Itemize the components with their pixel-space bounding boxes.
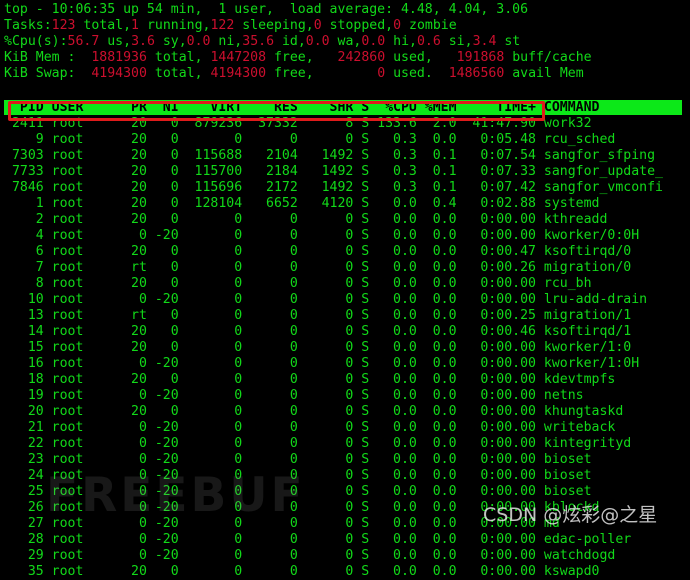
table-row[interactable]: 4 root 0 -20 0 0 0 S 0.0 0.0 0:00.00 kwo… [0,228,690,244]
table-row[interactable]: 24 root 0 -20 0 0 0 S 0.0 0.0 0:00.00 bi… [0,468,690,484]
table-row[interactable]: 29 root 0 -20 0 0 0 S 0.0 0.0 0:00.00 wa… [0,548,690,564]
cpu-line: %Cpu(s):56.7 us,3.6 sy,0.0 ni,35.6 id,0.… [0,34,690,50]
table-row[interactable]: 16 root 0 -20 0 0 0 S 0.0 0.0 0:00.00 kw… [0,356,690,372]
table-row[interactable]: 23 root 0 -20 0 0 0 S 0.0 0.0 0:00.00 bi… [0,452,690,468]
swap-used-value: 0 [377,66,386,81]
process-list[interactable]: 2411 root 20 0 879236 37332 8 S 133.6 2.… [0,116,690,580]
swap-avail-label: avail Mem [504,66,584,81]
terminal-window: top - 10:06:35 up 54 min, 1 user, load a… [0,0,690,579]
table-row[interactable]: 21 root 0 -20 0 0 0 S 0.0 0.0 0:00.00 wr… [0,420,690,436]
process-table-header: PID USER PR NI VIRT RES SHR S %CPU %MEM … [0,100,690,116]
table-row[interactable]: 7 root rt 0 0 0 0 S 0.0 0.0 0:00.26 migr… [0,260,690,276]
table-row[interactable]: 8 root 20 0 0 0 0 S 0.0 0.0 0:00.00 rcu_… [0,276,690,292]
swap-avail-value: 1486560 [448,66,505,81]
cpu-label: %Cpu(s): [4,34,68,49]
tasks-label: Tasks: [4,18,52,33]
swap-gap1 [75,66,91,81]
table-row[interactable]: 15 root 20 0 0 0 0 S 0.0 0.0 0:00.00 kwo… [0,340,690,356]
table-row[interactable]: 13 root rt 0 0 0 0 S 0.0 0.0 0:00.25 mig… [0,308,690,324]
table-row[interactable]: 25 root 0 -20 0 0 0 S 0.0 0.0 0:00.00 bi… [0,484,690,500]
table-row[interactable]: 26 root 0 -20 0 0 0 S 0.0 0.0 0:00.00 kb… [0,500,690,516]
mem-used-label: used, [385,50,433,65]
mem-gap3 [314,50,338,65]
cpu-ni-value: 0.0 [186,34,211,49]
table-row[interactable]: 2411 root 20 0 879236 37332 8 S 133.6 2.… [0,116,690,132]
table-row[interactable]: 9 root 20 0 0 0 0 S 0.3 0.0 0:05.48 rcu_… [0,132,690,148]
cpu-wa-value: 0.0 [305,34,330,49]
table-row[interactable]: 27 root 0 -20 0 0 0 S 0.0 0.0 0:00.00 md [0,516,690,532]
mem-total-value: 1881936 [91,50,147,65]
swap-used-label: used. [385,66,433,81]
swap-total-value: 4194300 [91,66,147,81]
tasks-total-value: 123 [51,18,76,33]
swap-gap4 [433,66,449,81]
table-row[interactable]: 2 root 20 0 0 0 0 S 0.0 0.0 0:00.00 kthr… [0,212,690,228]
table-row[interactable]: 7733 root 20 0 115700 2184 1492 S 0.3 0.… [0,164,690,180]
uptime-line: top - 10:06:35 up 54 min, 1 user, load a… [0,2,690,18]
mem-buffcache-label: buff/cache [504,50,592,65]
swap-total-label: total, [146,66,203,81]
table-row[interactable]: 19 root 0 -20 0 0 0 S 0.0 0.0 0:00.00 ne… [0,388,690,404]
top-summary-block: top - 10:06:35 up 54 min, 1 user, load a… [0,0,690,82]
cpu-hi-value: 0.0 [361,34,386,49]
table-row[interactable]: 28 root 0 -20 0 0 0 S 0.0 0.0 0:00.00 ed… [0,532,690,548]
cpu-st-label: st [496,34,521,49]
cpu-st-value: 3.4 [472,34,497,49]
tasks-total-label: total, [75,18,132,33]
swap-free-label: free, [266,66,314,81]
table-row[interactable]: 14 root 20 0 0 0 0 S 0.0 0.0 0:00.46 kso… [0,324,690,340]
tasks-sleeping-value: 122 [210,18,235,33]
tasks-sleeping-label: sleeping, [234,18,314,33]
mem-gap1 [75,50,91,65]
cpu-id-label: id, [274,34,306,49]
uptime-text: top - 10:06:35 up 54 min, 1 user, load a… [4,2,529,17]
table-row[interactable]: 6 root 20 0 0 0 0 S 0.0 0.0 0:00.47 ksof… [0,244,690,260]
swap-free-value: 4194300 [210,66,267,81]
cpu-sy-value: 3.6 [131,34,155,49]
mem-gap4 [433,50,457,65]
header-columns-text: PID USER PR NI VIRT RES SHR S %CPU %MEM … [4,100,600,115]
mem-free-label: free, [266,50,314,65]
tasks-running-value: 1 [131,18,139,33]
cpu-us-label: us, [99,34,132,49]
mem-buffcache-value: 191868 [456,50,505,65]
swap-gap3 [314,66,378,81]
table-row[interactable]: 7303 root 20 0 115688 2104 1492 S 0.3 0.… [0,148,690,164]
cpu-wa-label: wa, [329,34,362,49]
tasks-zombie-label: zombie [401,18,457,33]
mem-label: KiB Mem : [4,50,76,65]
cpu-us-value: 56.7 [67,34,100,49]
cpu-ni-label: ni, [210,34,243,49]
table-row[interactable]: 22 root 0 -20 0 0 0 S 0.0 0.0 0:00.00 ki… [0,436,690,452]
blank-spacer-line [0,82,690,98]
mem-used-value: 242860 [337,50,386,65]
tasks-stopped-label: stopped, [321,18,394,33]
mem-total-label: total, [146,50,203,65]
tasks-running-label: running, [139,18,211,33]
table-row[interactable]: 1 root 20 0 128104 6652 4120 S 0.0 0.4 0… [0,196,690,212]
swap-line: KiB Swap: 4194300 total, 4194300 free, 0… [0,66,690,82]
table-row[interactable]: 10 root 0 -20 0 0 0 S 0.0 0.0 0:00.00 lr… [0,292,690,308]
cpu-sy-label: sy, [154,34,187,49]
table-row[interactable]: 18 root 20 0 0 0 0 S 0.0 0.0 0:00.00 kde… [0,372,690,388]
cpu-si-value: 0.6 [416,34,441,49]
tasks-line: Tasks:123 total,1 running,122 sleeping,0… [0,18,690,34]
cpu-hi-label: hi, [385,34,417,49]
table-row[interactable]: 20 root 20 0 0 0 0 S 0.0 0.0 0:00.00 khu… [0,404,690,420]
tasks-stopped-value: 0 [313,18,322,33]
cpu-si-label: si, [440,34,473,49]
mem-free-value: 1447208 [210,50,267,65]
mem-line: KiB Mem : 1881936 total, 1447208 free, 2… [0,50,690,66]
swap-label: KiB Swap: [4,66,76,81]
table-row[interactable]: 35 root 20 0 0 0 0 S 0.0 0.0 0:00.00 ksw… [0,564,690,580]
cpu-id-value: 35.6 [242,34,275,49]
tasks-zombie-value: 0 [393,18,402,33]
table-row[interactable]: 7846 root 20 0 115696 2172 1492 S 0.3 0.… [0,180,690,196]
